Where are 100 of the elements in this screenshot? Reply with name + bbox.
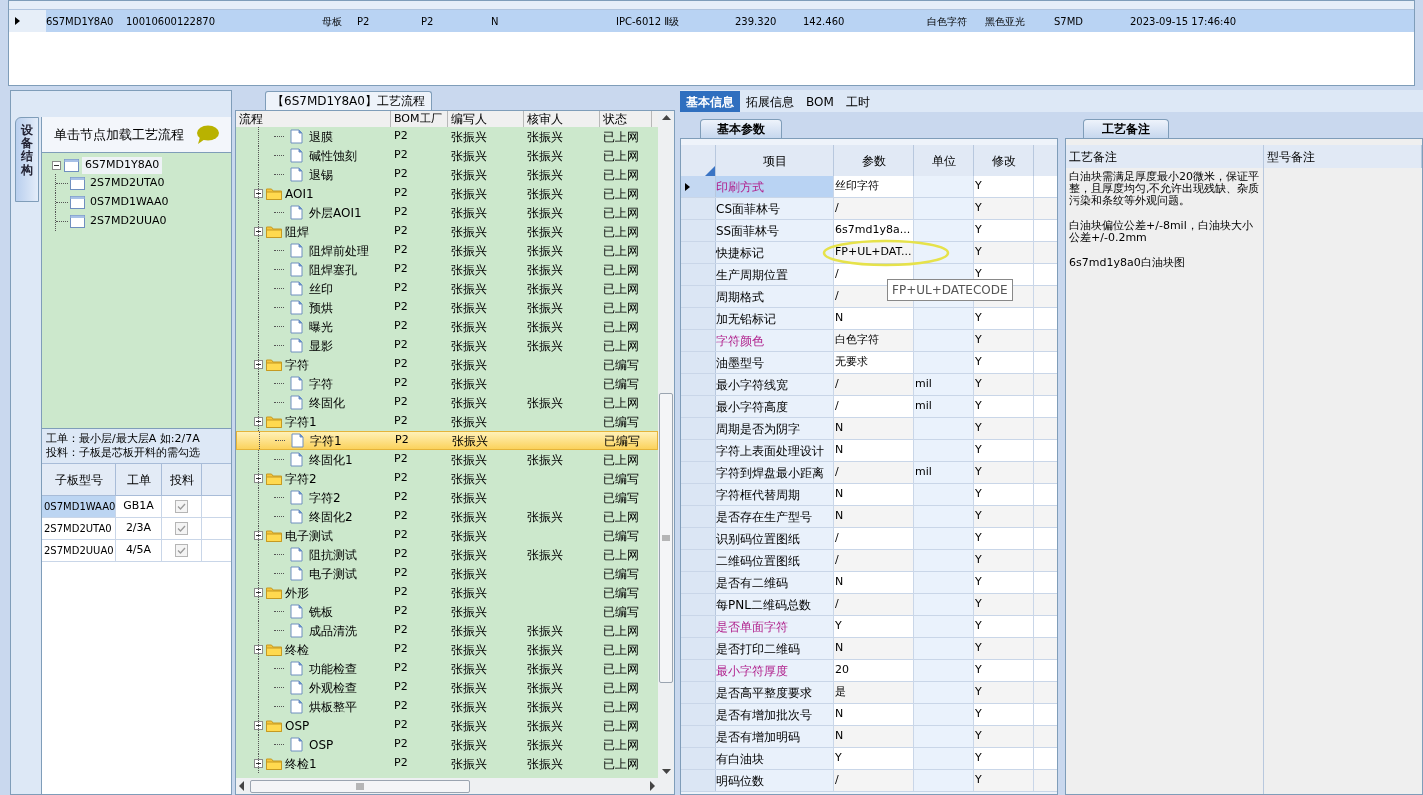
tab[interactable]: 工时 xyxy=(839,91,876,112)
current-row-icon xyxy=(15,17,20,25)
collapse-icon[interactable] xyxy=(254,417,263,426)
reviewer-cell-text: 张振兴 xyxy=(526,166,564,184)
flow-row[interactable]: 预烘 P2 张振兴 张振兴 已上网 xyxy=(236,298,658,317)
flow-row[interactable]: 阻焊 P2 张振兴 张振兴 已上网 xyxy=(236,222,658,241)
writer-cell-text: 张振兴 xyxy=(450,375,488,393)
flow-row[interactable]: 字符 P2 张振兴 已编写 xyxy=(236,355,658,374)
scroll-thumb[interactable] xyxy=(250,779,470,793)
collapse-icon[interactable] xyxy=(254,588,263,597)
flow-row[interactable]: 外层AOI1 P2 张振兴 张振兴 已上网 xyxy=(236,203,658,222)
step-label: 显影 xyxy=(309,337,333,355)
tree-node[interactable]: 0S7MD1WAA0 xyxy=(90,193,169,211)
board-row[interactable]: 0S7MD1WAA0 GB1A xyxy=(42,496,231,518)
order-cell: GB1A xyxy=(116,496,162,517)
flow-row[interactable]: 铣板 P2 张振兴 已编写 xyxy=(236,602,658,621)
flow-row[interactable]: 终固化 P2 张振兴 张振兴 已上网 xyxy=(236,393,658,412)
factory-cell-text: P2 xyxy=(393,470,409,487)
row-selector[interactable] xyxy=(681,176,716,197)
param-name: 油墨型号 xyxy=(716,352,834,373)
param-name: SS面菲林号 xyxy=(716,220,834,241)
modify-cell: Y xyxy=(974,484,1034,505)
flow-row[interactable]: 退膜 P2 张振兴 张振兴 已上网 xyxy=(236,127,658,146)
collapse-icon[interactable] xyxy=(254,531,263,540)
record-cell-text: 黑色亚光 xyxy=(985,14,1026,29)
factory-cell-text: P2 xyxy=(393,337,409,354)
factory-cell-text: P2 xyxy=(393,299,409,316)
subtab[interactable]: 基本参数 xyxy=(700,119,782,138)
reviewer-cell-text: 张振兴 xyxy=(526,299,564,317)
flow-row[interactable]: 字符2 P2 张振兴 已编写 xyxy=(236,469,658,488)
flow-row[interactable]: 终固化1 P2 张振兴 张振兴 已上网 xyxy=(236,450,658,469)
flow-row[interactable]: 烘板整平 P2 张振兴 张振兴 已上网 xyxy=(236,697,658,716)
flow-row[interactable]: 阻焊前处理 P2 张振兴 张振兴 已上网 xyxy=(236,241,658,260)
scroll-thumb[interactable] xyxy=(659,393,673,683)
flow-row[interactable]: 阻抗测试 P2 张振兴 张振兴 已上网 xyxy=(236,545,658,564)
status-cell-text: 已上网 xyxy=(602,337,640,355)
param-name: 字符到焊盘最小距离 xyxy=(716,462,834,483)
checkbox[interactable] xyxy=(175,522,188,535)
factory-cell-text: P2 xyxy=(393,147,409,164)
writer-cell-text: 张振兴 xyxy=(450,717,488,735)
reviewer-cell-text: 张振兴 xyxy=(526,280,564,298)
horizontal-scrollbar[interactable] xyxy=(236,778,674,794)
flow-row[interactable]: 功能检查 P2 张振兴 张振兴 已上网 xyxy=(236,659,658,678)
status-cell-text: 已上网 xyxy=(602,641,640,659)
flow-row[interactable]: 退锡 P2 张振兴 张振兴 已上网 xyxy=(236,165,658,184)
flow-row[interactable]: 丝印 P2 张振兴 张振兴 已上网 xyxy=(236,279,658,298)
factory-cell-text: P2 xyxy=(393,204,409,221)
param-name: 字符框代替周期 xyxy=(716,484,834,505)
collapse-icon[interactable] xyxy=(254,474,263,483)
status-cell-text: 已编写 xyxy=(603,432,641,450)
flow-row[interactable]: 字符 P2 张振兴 已编写 xyxy=(236,374,658,393)
checkbox[interactable] xyxy=(175,500,188,513)
flow-row[interactable]: 成品清洗 P2 张振兴 张振兴 已上网 xyxy=(236,621,658,640)
flow-row[interactable]: 终固化2 P2 张振兴 张振兴 已上网 xyxy=(236,507,658,526)
flow-row[interactable]: 字符2 P2 张振兴 已编写 xyxy=(236,488,658,507)
flow-row[interactable]: 字符1 P2 张振兴 已编写 xyxy=(236,431,658,450)
collapse-icon[interactable] xyxy=(254,360,263,369)
flow-row[interactable]: 电子测试 P2 张振兴 已编写 xyxy=(236,564,658,583)
tree-node[interactable]: 2S7MD2UTA0 xyxy=(90,174,165,192)
corner-icon xyxy=(705,166,715,176)
flow-row[interactable]: 字符1 P2 张振兴 已编写 xyxy=(236,412,658,431)
tab[interactable]: 基本信息 xyxy=(680,91,740,112)
flow-row[interactable]: AOI1 P2 张振兴 张振兴 已上网 xyxy=(236,184,658,203)
tree-node[interactable]: 6S7MD1Y8A0 xyxy=(82,157,163,174)
tree-node[interactable]: 2S7MD2UUA0 xyxy=(90,212,167,230)
flow-row[interactable]: OSP P2 张振兴 张振兴 已上网 xyxy=(236,716,658,735)
side-tab[interactable]: 设备结构 xyxy=(15,117,39,202)
flow-row[interactable]: 碱性蚀刻 P2 张振兴 张振兴 已上网 xyxy=(236,146,658,165)
flow-row[interactable]: OSP P2 张振兴 张振兴 已上网 xyxy=(236,735,658,754)
flow-row[interactable]: 显影 P2 张振兴 张振兴 已上网 xyxy=(236,336,658,355)
param-name: 是否有二维码 xyxy=(716,572,834,593)
collapse-icon[interactable] xyxy=(254,721,263,730)
reviewer-cell-text: 张振兴 xyxy=(526,128,564,146)
flow-row[interactable]: 终检1 P2 张振兴 张振兴 已上网 xyxy=(236,754,658,773)
subtab[interactable]: 工艺备注 xyxy=(1083,119,1169,138)
record-cell-text: P2 xyxy=(421,14,435,29)
flow-row[interactable]: 终检 P2 张振兴 张振兴 已上网 xyxy=(236,640,658,659)
flow-title-tab[interactable]: 【6S7MD1Y8A0】工艺流程 xyxy=(265,91,432,110)
collapse-icon[interactable] xyxy=(254,189,263,198)
status-cell-text: 已编写 xyxy=(602,489,640,507)
collapse-icon[interactable] xyxy=(254,759,263,768)
record-row[interactable]: 6S7MD1Y8A0 10010600122870 母板 P2 P2 N IPC-6012 Ⅱ级 239.320 142.460 白色字符 黑色亚光 S7MD 2023-09-15 17:46:40 xyxy=(9,10,1414,32)
tab[interactable]: 拓展信息 xyxy=(740,91,800,112)
document-icon xyxy=(290,604,303,619)
flow-row[interactable]: 电子测试 P2 张振兴 已编写 xyxy=(236,526,658,545)
board-row[interactable]: 2S7MD2UTA0 2/3A xyxy=(42,518,231,540)
step-label: 功能检查 xyxy=(309,660,357,678)
flow-row[interactable]: 外形 P2 张振兴 已编写 xyxy=(236,583,658,602)
collapse-icon[interactable] xyxy=(52,160,61,170)
board-row[interactable]: 2S7MD2UUA0 4/5A xyxy=(42,540,231,562)
flow-row[interactable]: 外观检查 P2 张振兴 张振兴 已上网 xyxy=(236,678,658,697)
status-cell-text: 已上网 xyxy=(602,736,640,754)
vertical-scrollbar[interactable] xyxy=(658,111,674,778)
checkbox[interactable] xyxy=(175,544,188,557)
flow-row[interactable]: 曝光 P2 张振兴 张振兴 已上网 xyxy=(236,317,658,336)
collapse-icon[interactable] xyxy=(254,227,263,236)
tab[interactable]: BOM xyxy=(800,91,840,112)
flow-row[interactable]: 阻焊塞孔 P2 张振兴 张振兴 已上网 xyxy=(236,260,658,279)
collapse-icon[interactable] xyxy=(254,645,263,654)
step-label: 阻抗测试 xyxy=(309,546,357,564)
